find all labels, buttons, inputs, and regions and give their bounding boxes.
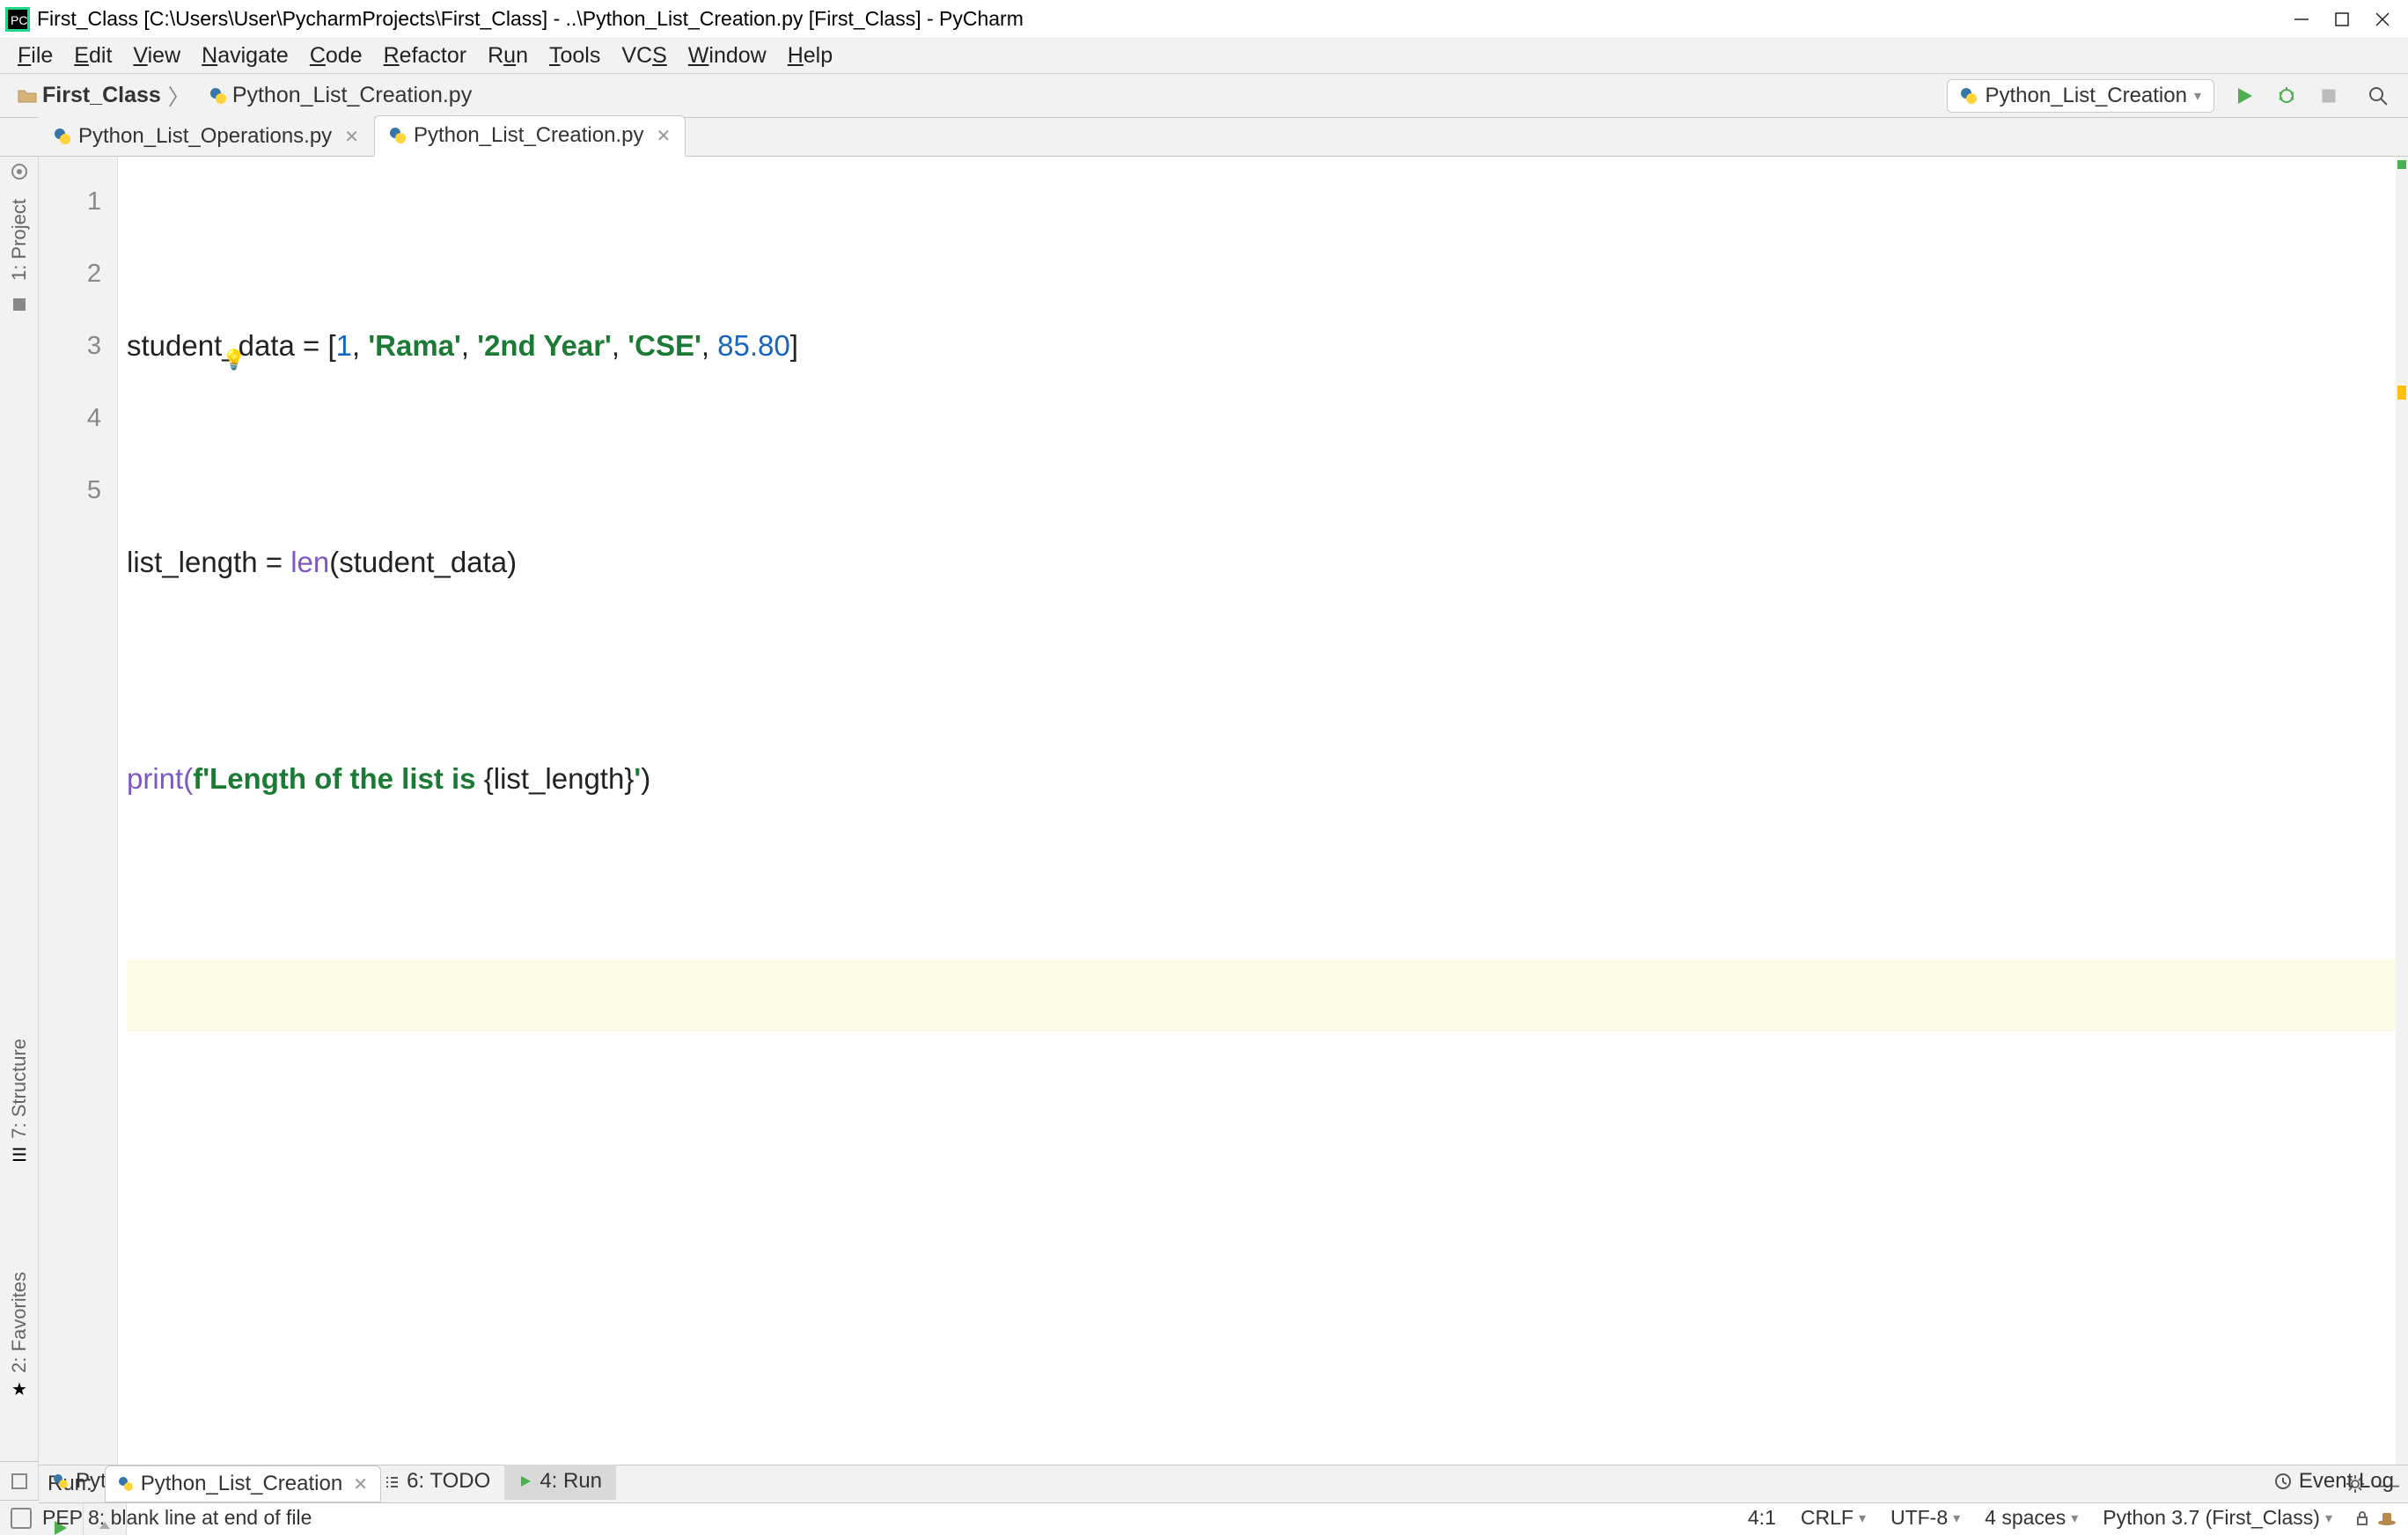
structure-tool-label[interactable]: 7: Structure xyxy=(8,1039,31,1139)
code-editor[interactable]: 1 2 3 4 5 student_data = [1, 'Rama', '2n… xyxy=(39,157,2408,1465)
line-number: 5 xyxy=(39,454,101,526)
bottom-tab-label: 4: Run xyxy=(540,1469,602,1494)
window-close-button[interactable] xyxy=(2362,0,2403,39)
breadcrumb-file-label: Python_List_Creation.py xyxy=(232,83,472,108)
menu-file[interactable]: File xyxy=(7,40,63,72)
window-title: First_Class [C:\Users\User\PycharmProjec… xyxy=(37,7,2281,31)
search-everywhere-button[interactable] xyxy=(2357,75,2399,117)
menu-vcs[interactable]: VCS xyxy=(611,40,677,72)
run-button[interactable] xyxy=(2223,75,2265,117)
event-log-label: Event Log xyxy=(2299,1469,2394,1494)
titlebar: PC First_Class [C:\Users\User\PycharmPro… xyxy=(0,0,2408,39)
run-icon xyxy=(518,1474,532,1488)
close-icon[interactable]: ✕ xyxy=(344,126,359,148)
status-encoding[interactable]: UTF-8▾ xyxy=(1878,1506,1972,1530)
inspector-icon[interactable] xyxy=(2376,1509,2397,1527)
project-tool-label[interactable]: 1: Project xyxy=(8,199,31,281)
menu-view[interactable]: View xyxy=(122,40,191,72)
chevron-right-icon: 〉 xyxy=(168,80,190,112)
run-config-selector[interactable]: Python_List_Creation ▾ xyxy=(1947,79,2214,113)
run-tab-label: Python_List_Creation xyxy=(141,1472,342,1496)
bottom-tab-todo[interactable]: 6: TODO xyxy=(370,1462,504,1500)
editor-tab-label: Python_List_Operations.py xyxy=(78,124,332,149)
status-line-separator[interactable]: CRLF▾ xyxy=(1788,1506,1878,1530)
editor-tab-python-list-creation[interactable]: Python_List_Creation.py ✕ xyxy=(374,115,686,157)
chevron-down-icon: ▾ xyxy=(2194,87,2201,105)
workspace: 1: Project 1 2 3 4 5 student_data = [1, … xyxy=(0,157,2408,1461)
line-number: 1 xyxy=(39,165,101,238)
code-line-4 xyxy=(127,959,2396,1032)
navigation-bar: First_Class 〉 Python_List_Creation.py Py… xyxy=(0,74,2408,118)
python-file-icon xyxy=(54,128,71,145)
line-number-gutter: 1 2 3 4 5 xyxy=(39,157,118,1465)
close-icon[interactable]: ✕ xyxy=(656,125,671,147)
menu-tools[interactable]: Tools xyxy=(539,40,611,72)
debug-button[interactable] xyxy=(2265,75,2308,117)
menu-run[interactable]: Run xyxy=(477,40,539,72)
line-number: 2 xyxy=(39,238,101,310)
code-line-2: list_length = len(student_data) xyxy=(127,526,2396,599)
code-area[interactable]: student_data = [1, 'Rama', '2nd Year', '… xyxy=(118,157,2396,1465)
line-number: 3 xyxy=(39,310,101,382)
editor-tabs: Python_List_Operations.py ✕ Python_List_… xyxy=(0,118,2408,157)
favorites-tool-label[interactable]: 2: Favorites xyxy=(8,1272,31,1373)
breadcrumb-file[interactable]: Python_List_Creation.py xyxy=(201,79,481,112)
window-maximize-button[interactable] xyxy=(2322,0,2362,39)
python-run-icon xyxy=(118,1476,134,1492)
status-indent[interactable]: 4 spaces▾ xyxy=(1972,1506,2090,1530)
menu-navigate[interactable]: Navigate xyxy=(191,40,299,72)
close-icon[interactable]: ✕ xyxy=(353,1473,368,1495)
menu-help[interactable]: Help xyxy=(777,40,843,72)
python-file-icon xyxy=(389,127,407,144)
menu-edit[interactable]: Edit xyxy=(63,40,122,72)
left-tool-strip-lower: 7: Structure ☰ 2: Favorites ★ xyxy=(0,1039,39,1400)
line-number: 4 xyxy=(39,382,101,454)
pycharm-app-icon: PC xyxy=(5,7,30,32)
breadcrumb-project-label: First_Class xyxy=(42,83,161,108)
stop-button xyxy=(2308,75,2350,117)
run-tab[interactable]: Python_List_Creation ✕ xyxy=(105,1465,381,1502)
tool-window-quick-access[interactable] xyxy=(0,1462,39,1500)
status-message: PEP 8: blank line at end of file xyxy=(42,1506,1736,1530)
editor-tab-python-list-operations[interactable]: Python_List_Operations.py ✕ xyxy=(39,116,374,156)
python-console-icon xyxy=(53,1473,69,1489)
window-minimize-button[interactable] xyxy=(2281,0,2322,39)
event-log-button[interactable]: Event Log xyxy=(2260,1469,2408,1494)
status-caret-position[interactable]: 4:1 xyxy=(1736,1506,1788,1530)
code-line-3: print(f'Length of the list is {list_leng… xyxy=(127,743,2396,815)
run-config-name: Python_List_Creation xyxy=(1985,84,2186,108)
menu-window[interactable]: Window xyxy=(678,40,777,72)
bottom-tab-label: 6: TODO xyxy=(407,1469,490,1494)
breadcrumb-project[interactable]: First_Class 〉 xyxy=(9,77,201,115)
error-stripe[interactable] xyxy=(2396,157,2408,1465)
star-icon: ★ xyxy=(11,1378,27,1400)
folder-icon xyxy=(18,88,37,104)
event-log-icon xyxy=(2274,1473,2292,1490)
editor-tab-label: Python_List_Creation.py xyxy=(414,123,644,148)
python-file-icon xyxy=(209,87,227,105)
menu-code[interactable]: Code xyxy=(299,40,373,72)
inspection-ok-marker xyxy=(2397,160,2406,169)
lock-icon[interactable] xyxy=(2353,1509,2371,1527)
todo-icon xyxy=(384,1473,400,1489)
project-collapse-icon[interactable] xyxy=(11,297,27,312)
structure-icon: ☰ xyxy=(11,1144,27,1166)
code-line-1: student_data = [1, 'Rama', '2nd Year', '… xyxy=(127,310,2396,382)
project-tool-target-icon[interactable] xyxy=(10,162,29,181)
status-checkbox[interactable] xyxy=(11,1508,32,1529)
status-interpreter[interactable]: Python 3.7 (First_Class)▾ xyxy=(2090,1506,2345,1530)
python-run-icon xyxy=(1960,87,1978,105)
warning-marker[interactable] xyxy=(2397,386,2406,400)
menubar: File Edit View Navigate Code Refactor Ru… xyxy=(0,39,2408,74)
svg-text:PC: PC xyxy=(11,13,27,27)
intention-bulb-icon[interactable]: 💡 xyxy=(222,324,246,396)
bottom-tab-run[interactable]: 4: Run xyxy=(504,1462,616,1500)
menu-refactor[interactable]: Refactor xyxy=(373,40,478,72)
code-line-5 xyxy=(127,1176,2396,1248)
